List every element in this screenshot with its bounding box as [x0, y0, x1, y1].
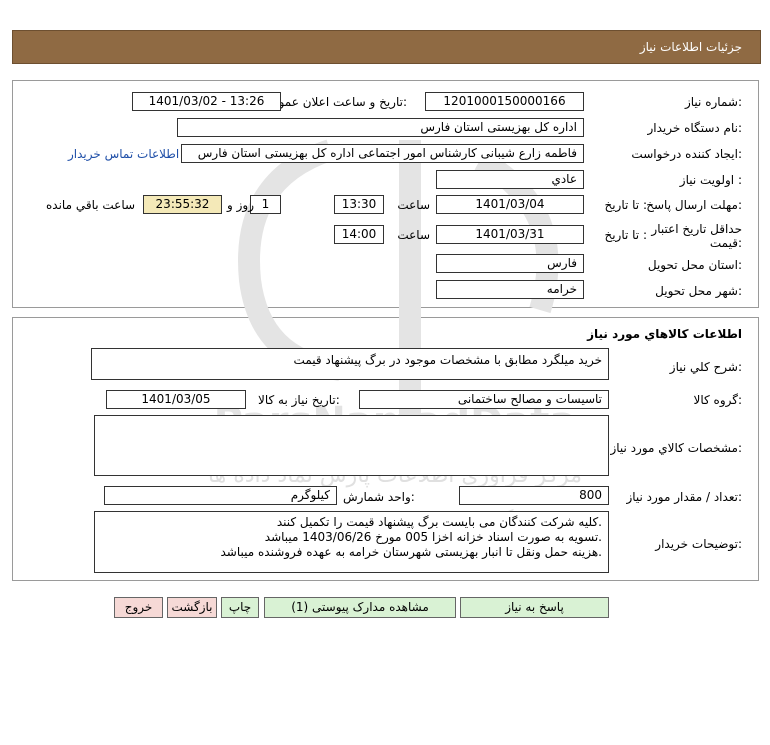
- priority-label: اولویت نیاز :: [679, 173, 742, 187]
- validity-time-label: ساعت: [397, 228, 430, 242]
- validity-time-field: 14:00: [334, 225, 384, 244]
- validity-label: حداقل تاريخ اعتبار قيمت:: [651, 222, 742, 250]
- need-number-field: 1201000150000166: [425, 92, 584, 111]
- validity-to-date-label: تا تاریخ :: [604, 228, 647, 242]
- qty-label: تعداد / مقدار مورد نیاز:: [626, 490, 742, 504]
- city-field: خرامه: [436, 280, 584, 299]
- province-label: استان محل تحویل:: [647, 258, 742, 272]
- unit-field: کیلوگرم: [104, 486, 337, 505]
- days-field: 1: [250, 195, 281, 214]
- need-date-field: 1401/03/05: [106, 390, 246, 409]
- announce-label: تاریخ و ساعت اعلان عمومی:: [262, 95, 407, 109]
- province-field: فارس: [436, 254, 584, 273]
- need-number-label: شماره نیاز:: [684, 95, 742, 109]
- city-label: شهر محل تحویل:: [655, 284, 742, 298]
- buyer-notes-field: کلیه شرکت کنندگان می بایست برگ پیشنهاد ق…: [94, 511, 609, 573]
- need-date-label: تاریخ نیاز به کالا:: [258, 393, 340, 407]
- summary-field: خرید میلگرد مطابق با مشخصات موجود در برگ…: [91, 348, 609, 380]
- buyer-notes-label: توضیحات خریدار:: [655, 537, 742, 551]
- buyer-contact-link[interactable]: اطلاعات تماس خریدار: [68, 147, 179, 161]
- buyer-org-field: اداره کل بهزیستی استان فارس: [177, 118, 584, 137]
- qty-field: 800: [459, 486, 609, 505]
- group-field: تاسیسات و مصالح ساختمانی: [359, 390, 609, 409]
- deadline-label: مهلت ارسال پاسخ:: [646, 198, 742, 212]
- page-title-bar: جزئیات اطلاعات نیاز: [12, 30, 761, 64]
- print-button[interactable]: چاپ: [221, 597, 259, 618]
- days-label: روز و: [227, 198, 254, 212]
- buyer-org-label: نام دستگاه خریدار:: [647, 121, 743, 135]
- buyer-note-line: هزینه حمل ونقل تا انبار بهزیستی شهرستان …: [220, 545, 603, 559]
- deadline-time-field: 13:30: [334, 195, 384, 214]
- summary-label: شرح کلي نياز:: [669, 360, 742, 374]
- remaining-time-field: 23:55:32: [143, 195, 222, 214]
- remaining-label: ساعت باقي مانده: [46, 198, 136, 212]
- summary-text: خرید میلگرد مطابق با مشخصات موجود در برگ…: [293, 353, 602, 367]
- buyer-note-line: کلیه شرکت کنندگان می بایست برگ پیشنهاد ق…: [276, 515, 602, 529]
- announce-field: 1401/03/02 - 13:26: [132, 92, 281, 111]
- need-info-panel: [12, 80, 759, 308]
- page-title: جزئیات اطلاعات نیاز: [639, 40, 742, 54]
- specs-label: مشخصات کالاي مورد نياز:: [610, 441, 742, 455]
- creator-field: فاطمه زارع شیبانی کارشناس امور اجتماعی ا…: [181, 144, 584, 163]
- exit-button[interactable]: خروج: [114, 597, 163, 618]
- deadline-date-field: 1401/03/04: [436, 195, 584, 214]
- validity-date-field: 1401/03/31: [436, 225, 584, 244]
- back-button[interactable]: بازگشت: [167, 597, 217, 618]
- unit-label: واحد شمارش:: [343, 490, 415, 504]
- buyer-note-line: تسویه به صورت اسناد خزانه اخزا 005 مورخ …: [264, 530, 602, 544]
- deadline-time-label: ساعت: [397, 198, 430, 212]
- attachments-button[interactable]: مشاهده مدارک پیوستی (1): [264, 597, 456, 618]
- goods-section-title: اطلاعات کالاهاي مورد نياز: [587, 327, 742, 341]
- priority-field: عادي: [436, 170, 584, 189]
- reply-button[interactable]: پاسخ به نیاز: [460, 597, 609, 618]
- group-label: گروه کالا:: [693, 393, 743, 407]
- deadline-to-date-label: تا تاریخ :: [604, 198, 647, 212]
- specs-field: [94, 415, 609, 476]
- creator-label: ایجاد کننده درخواست:: [631, 147, 742, 161]
